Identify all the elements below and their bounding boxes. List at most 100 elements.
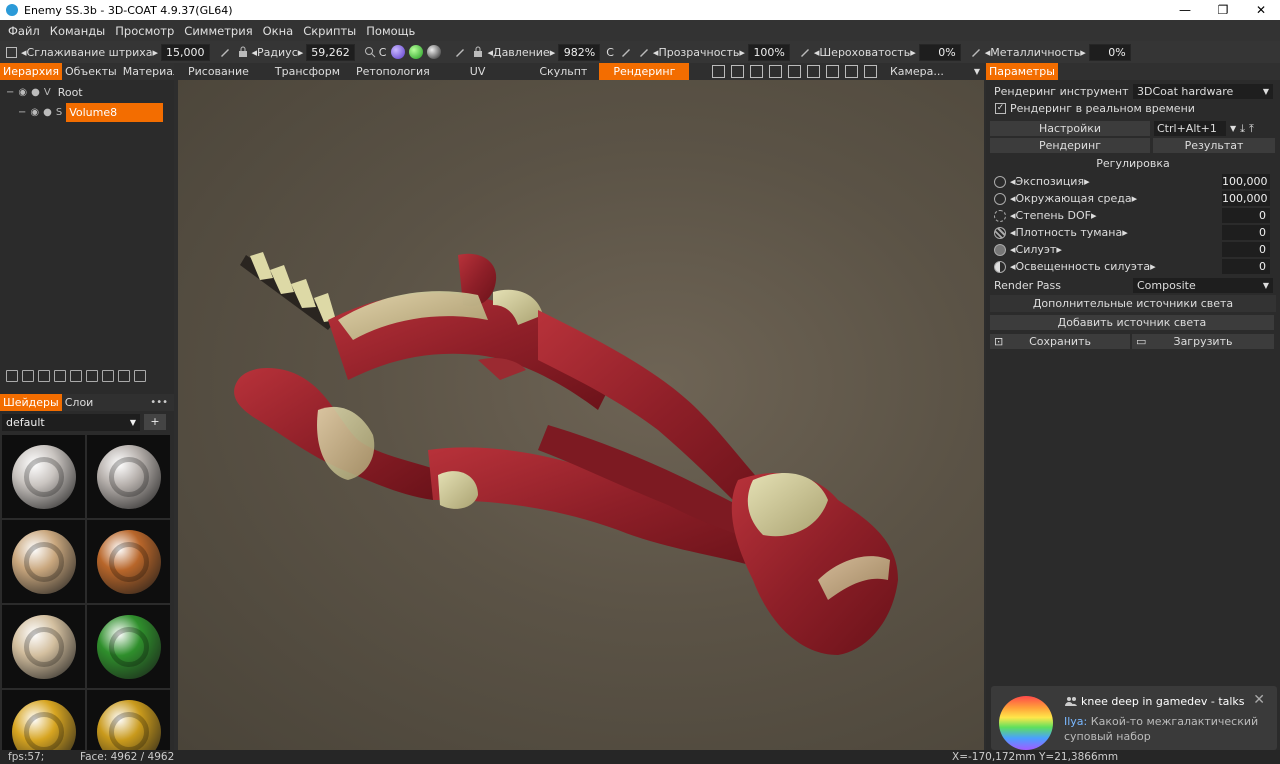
- radius-label[interactable]: ◂Радиус▸: [252, 46, 304, 59]
- lock-icon[interactable]: [237, 46, 249, 58]
- param-value[interactable]: 100,000: [1222, 191, 1270, 206]
- param-value[interactable]: 0: [1222, 259, 1270, 274]
- close-icon[interactable]: ✕: [1253, 692, 1265, 708]
- menu-symmetry[interactable]: Симметрия: [179, 24, 257, 38]
- param-label[interactable]: ◂Экспозиция▸: [1010, 175, 1090, 188]
- param-value[interactable]: 0: [1222, 242, 1270, 257]
- shader-swatch[interactable]: [2, 520, 85, 603]
- tree-item-name[interactable]: Volume8: [66, 102, 164, 122]
- tab-shaders[interactable]: Шейдеры: [0, 394, 62, 411]
- shader-swatch[interactable]: [87, 520, 170, 603]
- restore-button[interactable]: ❐: [1204, 0, 1242, 20]
- menu-commands[interactable]: Команды: [45, 24, 110, 38]
- menu-scripts[interactable]: Скрипты: [298, 24, 361, 38]
- blue-sphere-icon[interactable]: [391, 45, 406, 59]
- pressure-input[interactable]: 982%: [558, 43, 601, 61]
- download-icon[interactable]: ⤓: [1240, 122, 1245, 136]
- tab-transform[interactable]: Трансформ: [267, 63, 348, 80]
- pen-pressure-icon[interactable]: [219, 46, 231, 58]
- smoothing-label[interactable]: ◂Сглаживание штриха▸: [21, 46, 158, 59]
- load-button[interactable]: ▭ Загрузить: [1132, 334, 1274, 349]
- settings-icon[interactable]: [118, 370, 130, 382]
- smoothing-input[interactable]: 15,000: [161, 43, 210, 61]
- param-label[interactable]: ◂Степень DOF▸: [1010, 209, 1097, 222]
- add-shader-button[interactable]: +: [144, 414, 166, 430]
- param-row[interactable]: ◂Экспозиция▸ 100,000: [990, 173, 1276, 190]
- pen-icon[interactable]: [638, 46, 650, 58]
- grid-icon[interactable]: [807, 65, 820, 78]
- tree-row-root[interactable]: − ◉ ● V Root: [0, 82, 174, 102]
- merge-icon[interactable]: [54, 370, 66, 382]
- realtime-checkbox[interactable]: ✓: [995, 103, 1006, 114]
- image-icon[interactable]: [864, 65, 877, 78]
- render-pass-select[interactable]: Composite ▼: [1133, 278, 1273, 293]
- close-button[interactable]: ✕: [1242, 0, 1280, 20]
- shader-swatch[interactable]: [2, 605, 85, 688]
- home-icon[interactable]: [769, 65, 782, 78]
- copy-icon[interactable]: [38, 370, 50, 382]
- frame-icon[interactable]: [731, 65, 744, 78]
- param-value[interactable]: 0: [1222, 208, 1270, 223]
- save-button[interactable]: ⊡ Сохранить: [990, 334, 1130, 349]
- menu-file[interactable]: Файл: [3, 24, 45, 38]
- metalness-label[interactable]: ◂Металличность▸: [985, 46, 1086, 59]
- param-row[interactable]: ◂Плотность тумана▸ 0: [990, 224, 1276, 241]
- render-button[interactable]: Рендеринг: [990, 138, 1150, 153]
- tab-paint[interactable]: Рисование: [180, 63, 257, 80]
- shader-swatch[interactable]: [2, 435, 85, 518]
- tab-uv[interactable]: UV: [462, 63, 494, 80]
- notification-toast[interactable]: knee deep in gamedev - talks ✕ Ilya: Как…: [991, 686, 1277, 750]
- fullscreen-icon[interactable]: [845, 65, 858, 78]
- param-label[interactable]: ◂Силуэт▸: [1010, 243, 1062, 256]
- tree-row-volume[interactable]: − ◉ ● S Volume8: [0, 102, 174, 122]
- tab-parameters[interactable]: Параметры: [986, 63, 1058, 80]
- axes-icon[interactable]: [826, 65, 839, 78]
- realtime-label[interactable]: Рендеринг в реальном времени: [1010, 102, 1195, 115]
- menu-windows[interactable]: Окна: [258, 24, 299, 38]
- tab-sculpt[interactable]: Скульпт: [531, 63, 595, 80]
- ghost-icon[interactable]: ●: [31, 87, 40, 98]
- renderer-select[interactable]: 3DCoat hardware ▼: [1133, 84, 1273, 99]
- instance-icon[interactable]: [70, 370, 82, 382]
- shader-preset-select[interactable]: default ▼: [2, 414, 140, 431]
- menu-view[interactable]: Просмотр: [110, 24, 179, 38]
- pen-pressure-icon[interactable]: [454, 46, 466, 58]
- pressure-label[interactable]: ◂Давление▸: [487, 46, 555, 59]
- param-value[interactable]: 0: [1222, 225, 1270, 240]
- pen-icon[interactable]: [799, 46, 811, 58]
- roughness-label[interactable]: ◂Шероховатость▸: [814, 46, 916, 59]
- chevron-down-icon[interactable]: ▼: [1230, 124, 1236, 133]
- param-label[interactable]: ◂Плотность тумана▸: [1010, 226, 1128, 239]
- ghost-icon[interactable]: ●: [43, 107, 52, 118]
- param-row[interactable]: ◂Окружающая среда▸ 100,000: [990, 190, 1276, 207]
- smoothing-checkbox[interactable]: [6, 46, 17, 58]
- shader-swatch[interactable]: [87, 435, 170, 518]
- tab-objects[interactable]: Объекты: [62, 63, 120, 80]
- tab-hierarchy[interactable]: Иерархия: [0, 63, 62, 80]
- param-label[interactable]: ◂Освещенность силуэта▸: [1010, 260, 1156, 273]
- param-label[interactable]: ◂Окружающая среда▸: [1010, 192, 1137, 205]
- param-row[interactable]: ◂Степень DOF▸ 0: [990, 207, 1276, 224]
- search-icon[interactable]: [364, 46, 376, 58]
- collapse-icon[interactable]: −: [18, 107, 26, 118]
- minimize-button[interactable]: —: [1166, 0, 1204, 20]
- fit-icon[interactable]: [750, 65, 763, 78]
- param-row[interactable]: ◂Силуэт▸ 0: [990, 241, 1276, 258]
- grid-icon[interactable]: [102, 370, 114, 382]
- roughness-input[interactable]: 0%: [918, 43, 961, 61]
- realtime-row[interactable]: ✓ Рендеринг в реальном времени: [990, 100, 1276, 117]
- clone-icon[interactable]: [22, 370, 34, 382]
- param-row[interactable]: ◂Освещенность силуэта▸ 0: [990, 258, 1276, 275]
- tab-layers[interactable]: Слои: [62, 394, 97, 411]
- add-light-button[interactable]: Добавить источник света: [990, 315, 1274, 330]
- tree-item-name[interactable]: Root: [55, 85, 86, 100]
- pen-icon[interactable]: [620, 46, 632, 58]
- pen-icon[interactable]: [970, 46, 982, 58]
- viewport[interactable]: [178, 80, 984, 750]
- upload-icon[interactable]: ⤒: [1249, 122, 1254, 136]
- transparency-input[interactable]: 100%: [747, 43, 790, 61]
- lock-icon[interactable]: [472, 46, 484, 58]
- cube-icon[interactable]: [788, 65, 801, 78]
- transparency-label[interactable]: ◂Прозрачность▸: [653, 46, 745, 59]
- tab-render[interactable]: Рендеринг: [599, 63, 690, 80]
